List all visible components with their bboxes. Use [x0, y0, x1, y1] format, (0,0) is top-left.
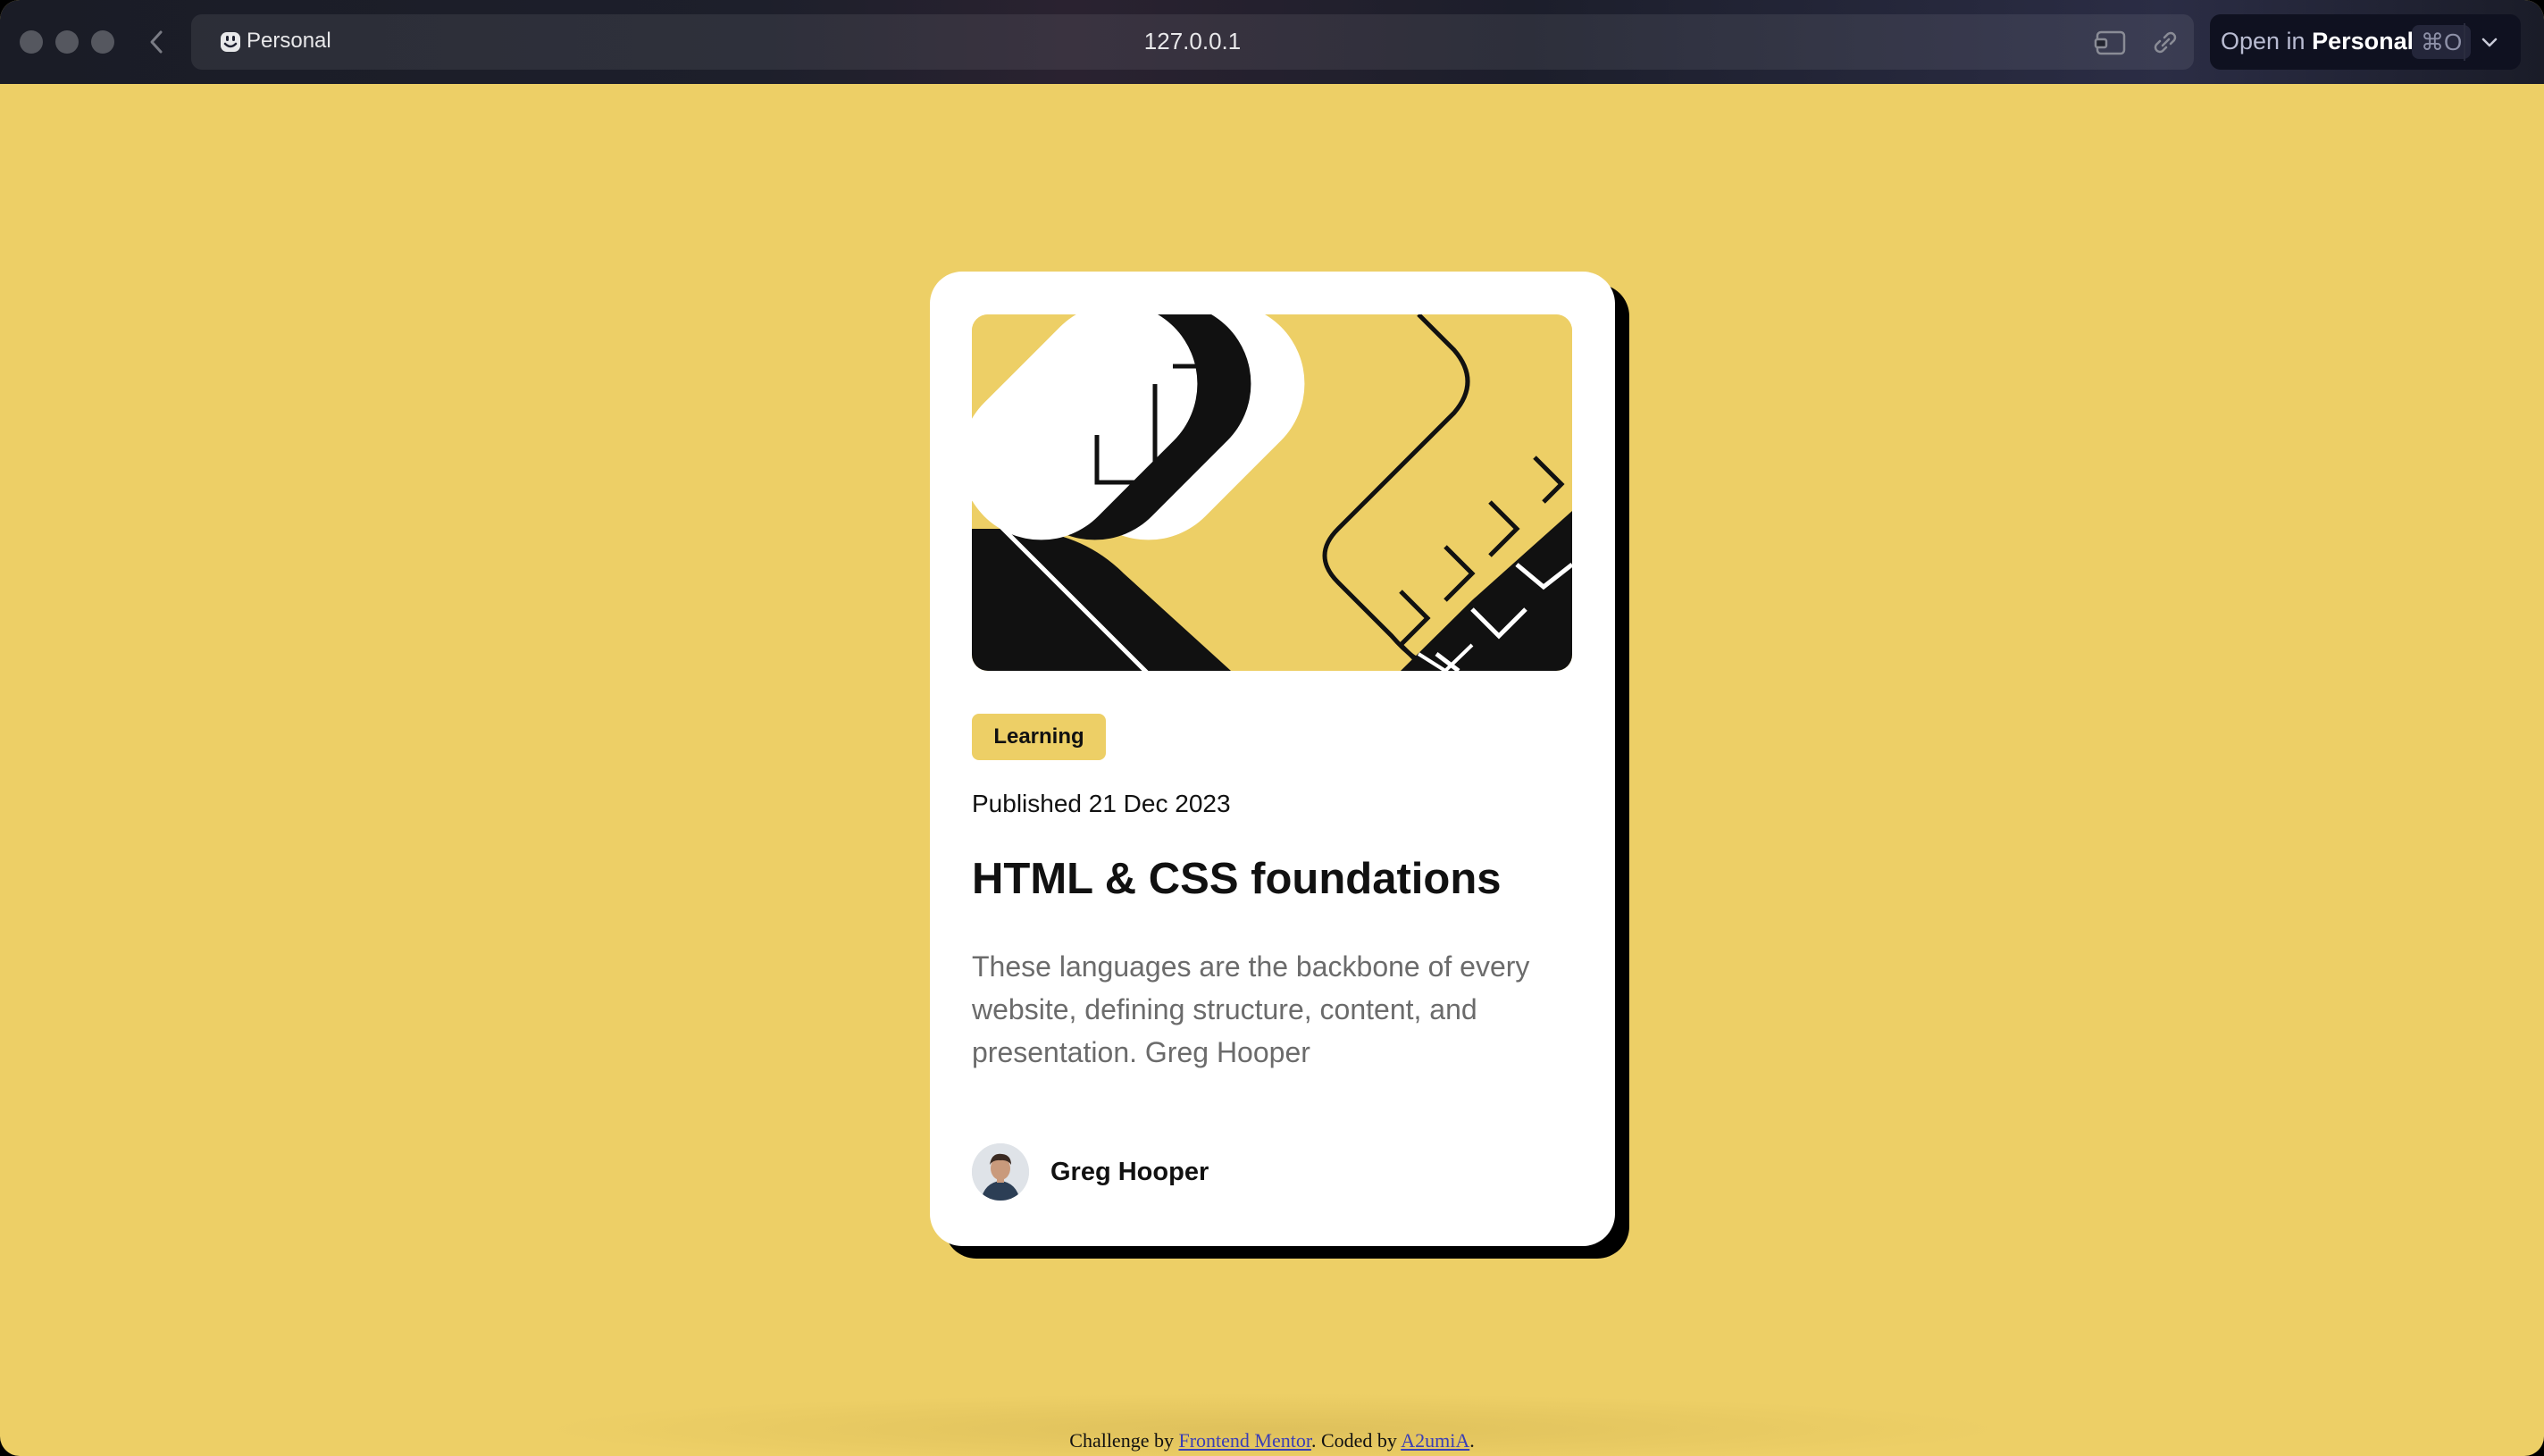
attribution-footer: Challenge by Frontend Mentor. Coded by A… — [0, 1429, 2544, 1452]
shortcut-badge: ⌘O — [2412, 25, 2472, 59]
url-text[interactable]: 127.0.0.1 — [191, 28, 2194, 55]
avatar-image — [972, 1143, 1029, 1201]
footer-middle: . Coded by — [1310, 1429, 1397, 1452]
chevron-down-icon[interactable] — [2478, 30, 2501, 54]
picture-in-picture-icon[interactable] — [2094, 29, 2130, 57]
card-description: These languages are the backbone of ever… — [972, 950, 1530, 1068]
browser-window: Personal 127.0.0.1 Open in Personal ⌘O L… — [0, 0, 2544, 1456]
link-icon[interactable] — [2147, 29, 2183, 57]
open-in-profile-button[interactable]: Open in Personal ⌘O — [2210, 14, 2521, 70]
blog-preview-card: Learning Published 21 Dec 2023 HTML & CS… — [930, 272, 1615, 1246]
back-arrow-icon[interactable] — [143, 25, 170, 59]
card-title[interactable]: HTML & CSS foundations — [972, 854, 1502, 904]
published-date: Published 21 Dec 2023 — [972, 790, 1231, 817]
author-name: Greg Hooper — [1050, 1158, 1209, 1186]
address-bar[interactable]: Personal 127.0.0.1 — [191, 14, 2194, 70]
author-avatar — [972, 1143, 1029, 1201]
minimize-window-button[interactable] — [55, 30, 79, 54]
illustration-image — [972, 314, 1572, 671]
browser-toolbar: Personal 127.0.0.1 Open in Personal ⌘O — [0, 0, 2544, 84]
open-in-label[interactable]: Open in Personal — [2221, 28, 2414, 55]
card-illustration — [972, 314, 1572, 671]
frontend-mentor-link[interactable]: Frontend Mentor — [1178, 1429, 1311, 1452]
close-window-button[interactable] — [20, 30, 43, 54]
zoom-window-button[interactable] — [91, 30, 114, 54]
author-link[interactable]: A2umiA — [1401, 1429, 1469, 1452]
footer-suffix: . — [1469, 1429, 1475, 1452]
category-tag: Learning — [972, 714, 1106, 760]
divider — [2464, 23, 2465, 61]
footer-prefix: Challenge by — [1069, 1429, 1174, 1452]
